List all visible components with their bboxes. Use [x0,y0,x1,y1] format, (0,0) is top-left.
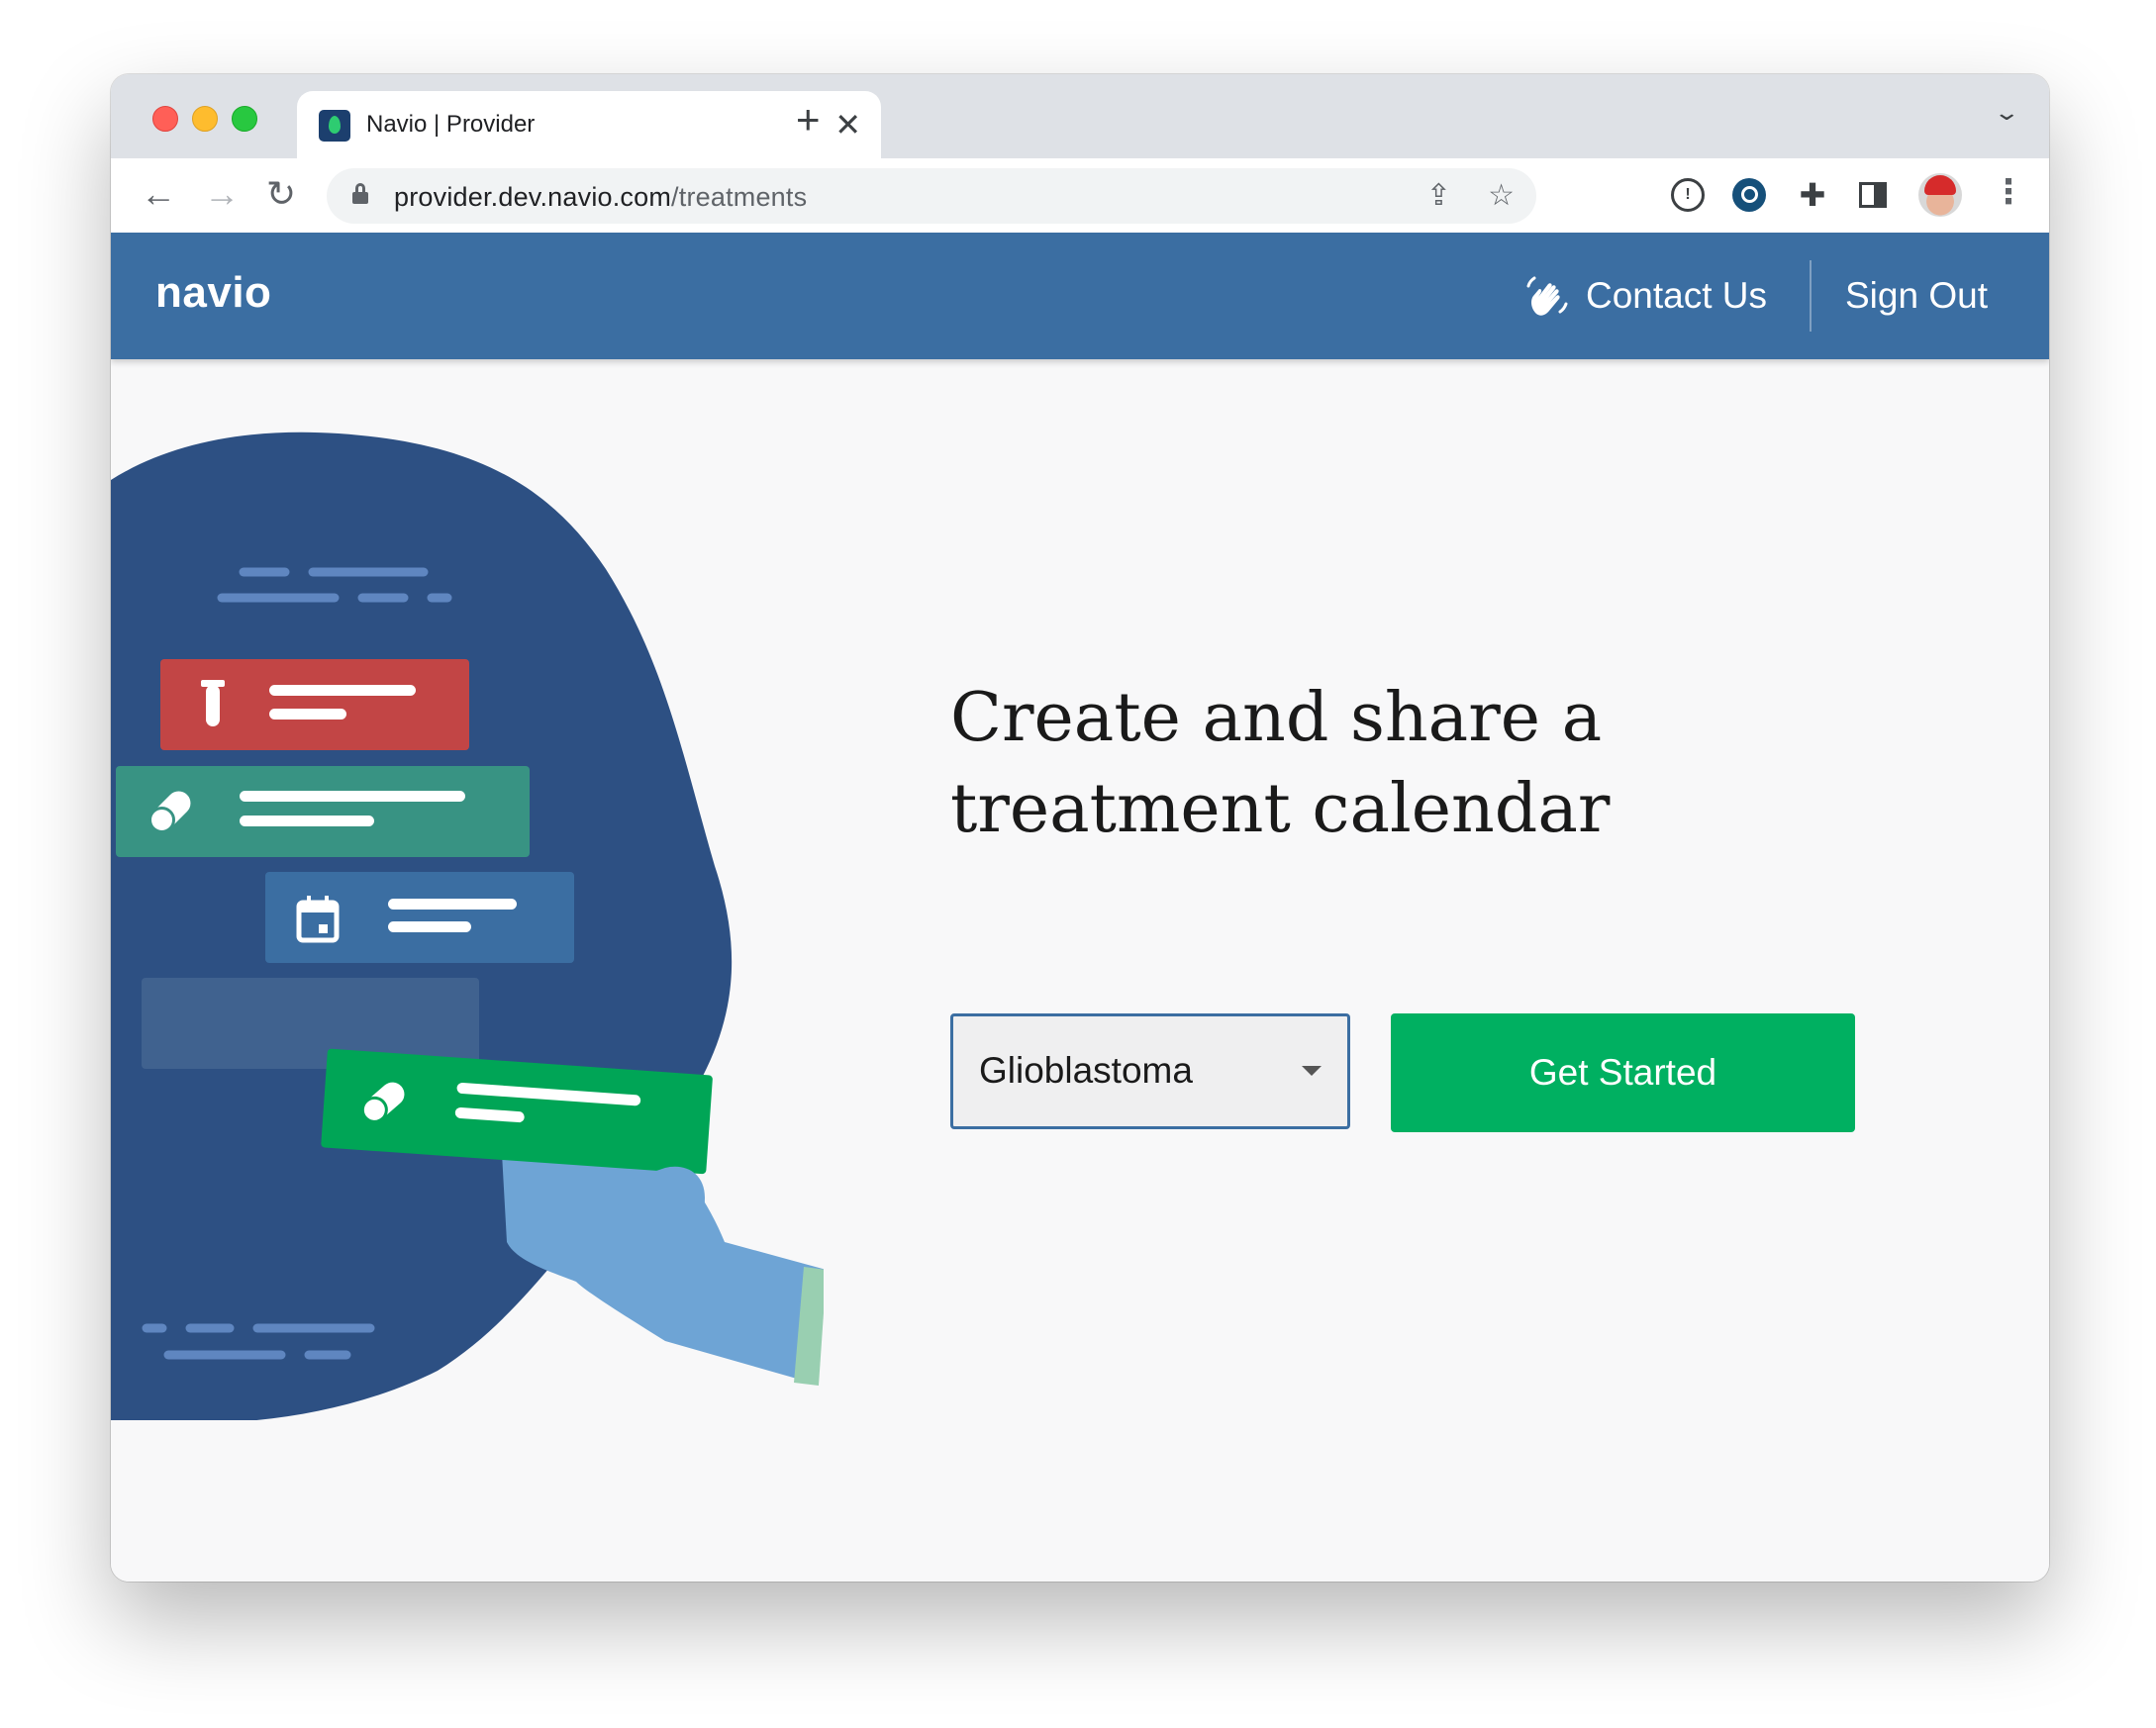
tab-search-chevron-icon[interactable]: ⌄ [1993,100,2020,126]
reload-icon[interactable]: ↻ [266,174,296,214]
tab-bar: Navio | Provider ✕ + ⌄ [111,74,2049,160]
more-menu-icon[interactable]: ⋮ [1992,172,2025,212]
side-panel-icon[interactable] [1859,182,1887,208]
profile-avatar[interactable] [1918,173,1962,217]
url-path: /treatments [671,182,808,212]
tab-active[interactable]: Navio | Provider ✕ [297,91,881,160]
wave-hand-icon [1526,276,1568,316]
browser-window: Navio | Provider ✕ + ⌄ ← → ↻ provider.de… [111,74,2049,1582]
contact-us-link[interactable]: Contact Us [1524,268,1767,324]
medication-card-teal [116,766,530,857]
url-host: provider.dev.navio.com [394,182,672,212]
tab-title: Navio | Provider [366,111,536,138]
back-arrow-icon[interactable]: ← [141,174,176,214]
new-tab-button[interactable]: + [796,90,821,149]
favicon-icon [319,110,350,142]
address-bar[interactable]: provider.dev.navio.com/treatments ⇪ ☆ [327,168,1536,224]
share-icon[interactable]: ⇪ [1426,180,1451,212]
extensions-puzzle-icon[interactable]: ✚ [1796,178,1829,212]
maximize-window-button[interactable] [232,106,257,132]
contact-us-label: Contact Us [1586,275,1768,316]
lock-icon[interactable] [352,183,368,204]
test-result-card [160,659,469,750]
forward-arrow-icon[interactable]: → [204,174,240,214]
star-icon[interactable]: ☆ [1488,180,1515,212]
get-started-button[interactable]: Get Started [1391,1013,1855,1132]
password-manager-icon[interactable]: ! [1671,178,1705,212]
brand-logo[interactable]: navio [155,268,271,318]
treatment-illustration [111,432,824,1420]
search-extension-icon[interactable] [1732,178,1766,212]
minimize-window-button[interactable] [192,106,218,132]
condition-select[interactable]: Glioblastoma [950,1013,1350,1129]
sign-out-link[interactable]: Sign Out [1845,275,1988,317]
site-header: navio Contact Us Sign Out [111,233,2049,359]
browser-toolbar: ← → ↻ provider.dev.navio.com/treatments … [111,158,2049,234]
hero-title: Create and share a treatment calendar [950,679,1611,848]
faded-card-placeholder [142,978,479,1069]
close-window-button[interactable] [152,106,178,132]
chevron-down-icon [1302,1066,1322,1076]
condition-select-value: Glioblastoma [979,1050,1193,1091]
page-content: navio Contact Us Sign Out Create and sha… [111,233,2049,1582]
tab-close-icon[interactable]: ✕ [834,105,861,144]
get-started-label: Get Started [1528,1052,1717,1093]
calendar-card [265,872,574,963]
url-text[interactable]: provider.dev.navio.com/treatments [394,182,807,213]
header-divider [1810,260,1812,332]
